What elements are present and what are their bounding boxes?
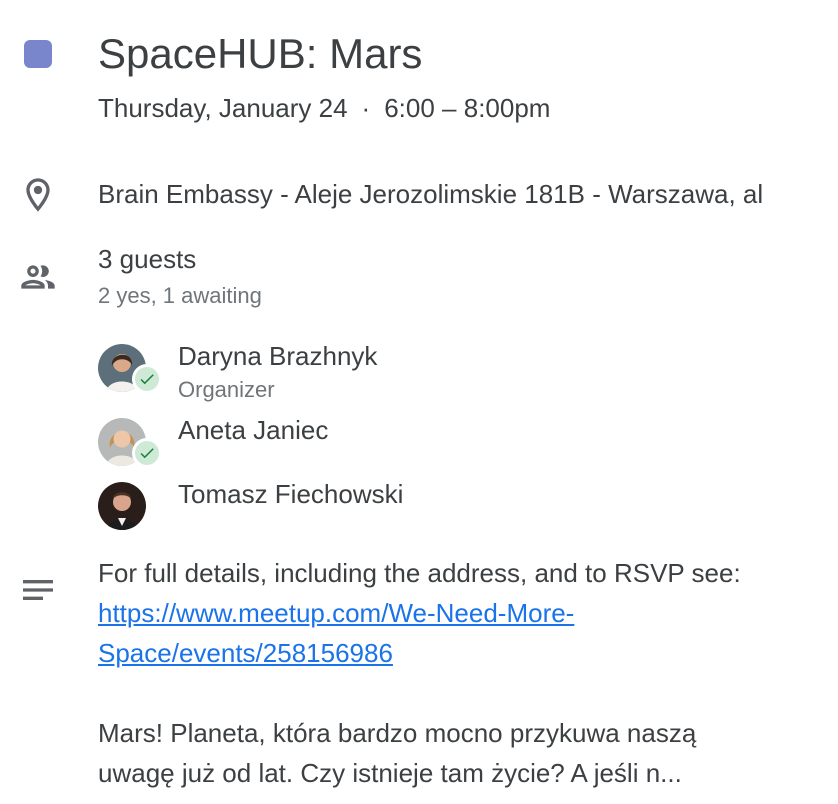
description-body: Mars! Planeta, która bardzo mocno przyku… [98, 713, 828, 793]
meetup-link-line1: https://www.meetup.com/We-Need-More- [98, 598, 575, 628]
notes-icon [18, 570, 58, 610]
description-body-line2: uwagę już od lat. Czy istnieje tam życie… [98, 758, 682, 788]
avatar [98, 482, 146, 530]
guest-row[interactable]: Daryna Brazhnyk Organizer [98, 341, 698, 402]
guest-row[interactable]: Tomasz Fiechowski [98, 479, 698, 532]
check-icon [140, 448, 154, 459]
people-icon [18, 257, 58, 297]
check-icon [140, 374, 154, 385]
event-description: For full details, including the address,… [98, 553, 828, 793]
event-location[interactable]: Brain Embassy - Aleje Jerozolimskie 181B… [98, 176, 838, 212]
event-title: SpaceHUB: Mars [98, 30, 423, 77]
description-intro: For full details, including the address,… [98, 558, 741, 588]
guests-count: 3 guests [98, 244, 197, 274]
guest-name: Daryna Brazhnyk [178, 341, 378, 371]
guest-role: Organizer [178, 377, 275, 402]
guest-row[interactable]: Aneta Janiec [98, 415, 698, 468]
meetup-link-line2: Space/events/258156986 [98, 638, 393, 668]
guest-name: Tomasz Fiechowski [178, 479, 404, 509]
meetup-link[interactable]: https://www.meetup.com/We-Need-More- Spac… [98, 598, 574, 668]
event-datetime: Thursday, January 24 · 6:00 – 8:00pm [98, 91, 550, 125]
location-pin-icon [18, 175, 58, 215]
description-body-line1: Mars! Planeta, która bardzo mocno przyku… [98, 718, 697, 748]
event-details-panel: SpaceHUB: Mars Thursday, January 24 · 6:00… [0, 0, 838, 804]
event-date: Thursday, January 24 [98, 93, 348, 123]
accepted-badge [132, 364, 162, 394]
accepted-badge [132, 438, 162, 468]
guest-name: Aneta Janiec [178, 415, 329, 445]
calendar-color-chip [24, 40, 52, 68]
guests-rsvp-summary: 2 yes, 1 awaiting [98, 283, 262, 308]
datetime-separator: · [361, 93, 371, 123]
event-time: 6:00 – 8:00pm [384, 93, 551, 123]
